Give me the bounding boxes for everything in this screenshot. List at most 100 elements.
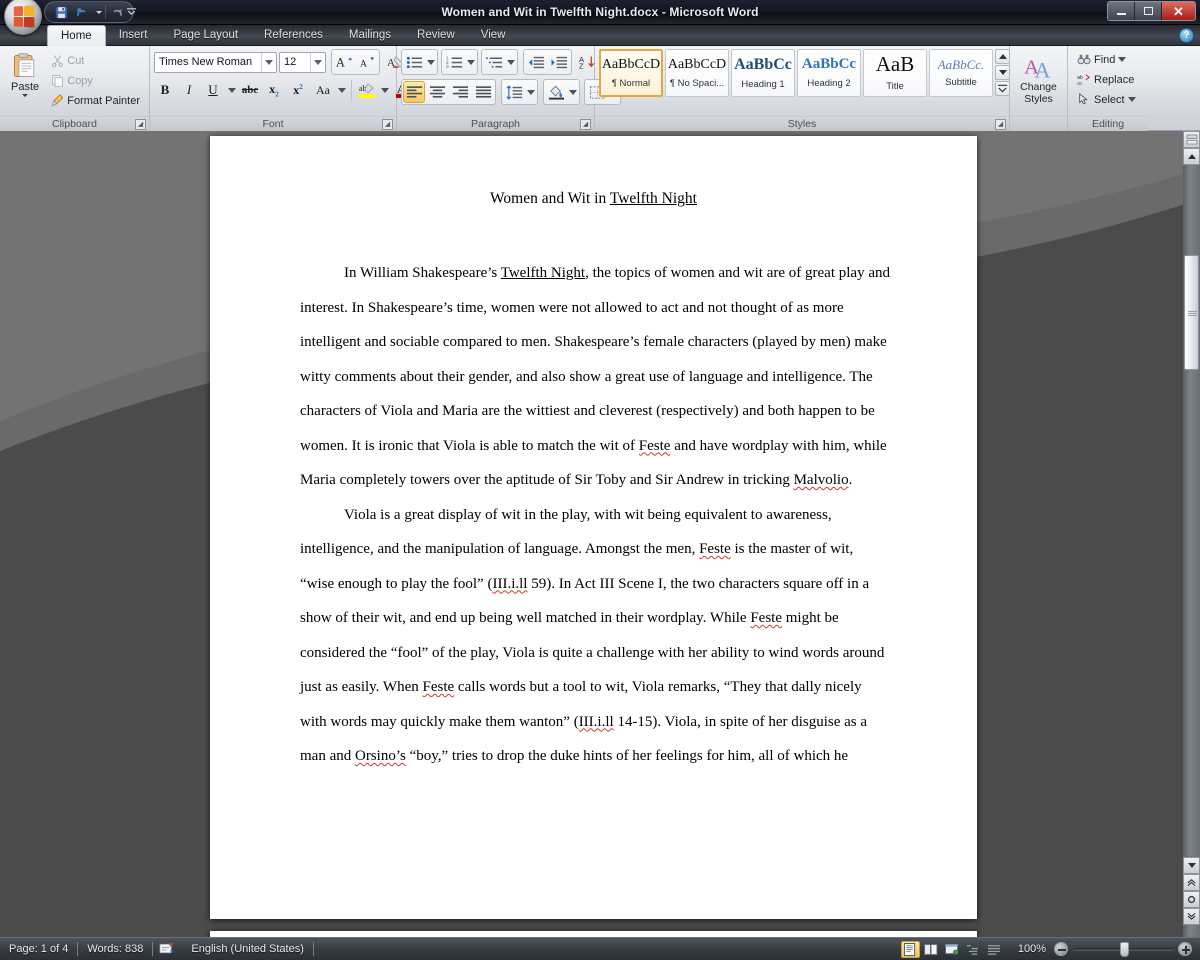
close-button[interactable]: ✕ (1162, 2, 1195, 20)
scroll-down-button[interactable] (1183, 857, 1200, 874)
underline-dropdown-button[interactable] (226, 79, 237, 101)
replace-label: Replace (1094, 74, 1134, 86)
replace-button[interactable]: ab ac Replace (1072, 70, 1141, 89)
tab-mailings[interactable]: Mailings (336, 25, 404, 46)
document-paragraph-1: In William Shakespeare’s Twelfth Night, … (300, 256, 890, 498)
shading-button[interactable] (545, 81, 567, 103)
numbering-button[interactable]: 1 2 3 (443, 51, 465, 73)
zoom-level[interactable]: 100% (1010, 943, 1054, 955)
styles-dialog-launcher[interactable]: ◢ (995, 119, 1006, 130)
tab-review[interactable]: Review (404, 25, 468, 46)
undo-dropdown-button[interactable] (93, 3, 104, 21)
justify-button[interactable] (472, 81, 494, 103)
line-spacing-button[interactable] (503, 81, 525, 103)
tab-references[interactable]: References (251, 25, 336, 46)
style-item-no-spacing[interactable]: AaBbCcD ¶ No Spaci... (665, 49, 729, 97)
scroll-up-button[interactable] (1183, 148, 1200, 165)
tab-page-layout[interactable]: Page Layout (160, 25, 251, 46)
style-preview: AaBbCc. (931, 58, 991, 71)
bullets-button[interactable] (403, 51, 425, 73)
italic-button[interactable]: I (178, 79, 200, 101)
vertical-scrollbar[interactable] (1183, 131, 1200, 937)
style-item-heading-2[interactable]: AaBbCc Heading 2 (797, 49, 861, 97)
align-center-button[interactable] (426, 81, 448, 103)
format-painter-button[interactable]: Format Painter (46, 91, 145, 110)
minimize-button[interactable] (1108, 2, 1135, 20)
style-item-heading-1[interactable]: AaBbCс Heading 1 (731, 49, 795, 97)
undo-button[interactable] (72, 3, 92, 21)
style-item-subtitle[interactable]: AaBbCc. Subtitle (929, 49, 993, 97)
shrink-font-button[interactable]: A (356, 51, 378, 73)
view-web-layout-button[interactable] (943, 941, 962, 958)
save-button[interactable] (51, 3, 71, 21)
justify-icon (475, 85, 492, 99)
proofing-status-button[interactable] (153, 938, 182, 960)
grow-font-button[interactable]: A (333, 51, 355, 73)
scrollbar-thumb[interactable] (1184, 255, 1199, 370)
change-case-dropdown[interactable] (337, 79, 347, 101)
maximize-button[interactable] (1135, 2, 1162, 20)
word-count[interactable]: Words: 838 (78, 938, 152, 960)
ribbon-tab-strip: Home Insert Page Layout References Maili… (0, 25, 1200, 46)
style-item-normal[interactable]: AaBbCcD ¶ Normal (599, 49, 663, 97)
line-spacing-dropdown[interactable] (526, 81, 536, 103)
numbering-dropdown[interactable] (466, 51, 476, 73)
view-print-layout-button[interactable] (901, 941, 920, 958)
change-styles-button[interactable]: A A Change Styles (1014, 50, 1063, 108)
style-item-title[interactable]: AaB Title (863, 49, 927, 97)
bullets-dropdown[interactable] (426, 51, 436, 73)
highlight-color-button[interactable]: ab (356, 79, 378, 101)
subscript-button[interactable]: x2 (263, 79, 285, 101)
superscript-button[interactable]: x2 (287, 79, 309, 101)
text-run: . (849, 472, 853, 488)
font-name-combo[interactable]: Times New Roman (154, 52, 277, 73)
help-icon[interactable]: ? (1179, 28, 1194, 43)
align-right-button[interactable] (449, 81, 471, 103)
language-indicator[interactable]: English (United States) (182, 938, 313, 960)
zoom-in-button[interactable] (1178, 942, 1192, 956)
underline-button[interactable]: U (202, 79, 224, 101)
split-window-button[interactable] (1183, 131, 1200, 148)
font-size-chevron-down-icon[interactable] (310, 53, 325, 72)
styles-more-button[interactable] (995, 81, 1010, 96)
view-full-screen-reading-button[interactable] (922, 941, 941, 958)
next-page-button[interactable] (1183, 908, 1200, 925)
paste-button[interactable]: Paste (4, 49, 46, 100)
zoom-out-button[interactable] (1054, 942, 1068, 956)
previous-page-button[interactable] (1183, 874, 1200, 891)
change-case-button[interactable]: Aa (311, 79, 335, 101)
decrease-indent-button[interactable] (525, 51, 547, 73)
select-button[interactable]: Select (1072, 90, 1141, 109)
shading-dropdown[interactable] (568, 81, 578, 103)
paragraph-dialog-launcher[interactable]: ◢ (580, 119, 591, 130)
increase-indent-button[interactable] (548, 51, 570, 73)
font-size-combo[interactable]: 12 (279, 52, 326, 73)
document-workspace[interactable]: Women and Wit in Twelfth Night In Willia… (0, 131, 1200, 937)
strikethrough-button[interactable]: abc (239, 79, 261, 101)
zoom-slider-thumb[interactable] (1120, 942, 1129, 957)
font-dialog-launcher[interactable]: ◢ (382, 119, 393, 130)
select-browse-object-button[interactable] (1183, 891, 1200, 908)
copy-button[interactable]: Copy (46, 71, 145, 90)
view-draft-button[interactable] (985, 941, 1004, 958)
tab-home[interactable]: Home (47, 25, 106, 46)
view-outline-button[interactable] (964, 941, 983, 958)
multilevel-list-button[interactable] (483, 51, 505, 73)
tab-insert[interactable]: Insert (106, 25, 161, 46)
font-name-chevron-down-icon[interactable] (261, 53, 276, 72)
page-indicator[interactable]: Page: 1 of 4 (0, 938, 77, 960)
multilevel-dropdown[interactable] (506, 51, 516, 73)
highlight-dropdown[interactable] (380, 79, 390, 101)
cut-button[interactable]: Cut (46, 51, 145, 70)
document-body-text[interactable]: In William Shakespeare’s Twelfth Night, … (300, 256, 890, 774)
find-button[interactable]: Find (1072, 50, 1141, 69)
align-left-button[interactable] (403, 81, 425, 103)
customize-qat-button[interactable] (122, 2, 140, 21)
styles-scroll-down-button[interactable] (995, 65, 1010, 80)
tab-view[interactable]: View (468, 25, 519, 46)
document-page-1[interactable]: Women and Wit in Twelfth Night In Willia… (210, 136, 977, 919)
clipboard-dialog-launcher[interactable]: ◢ (135, 119, 146, 130)
bold-button[interactable]: B (154, 79, 176, 101)
styles-scroll-up-button[interactable] (995, 49, 1010, 64)
zoom-slider-track[interactable] (1073, 948, 1173, 951)
